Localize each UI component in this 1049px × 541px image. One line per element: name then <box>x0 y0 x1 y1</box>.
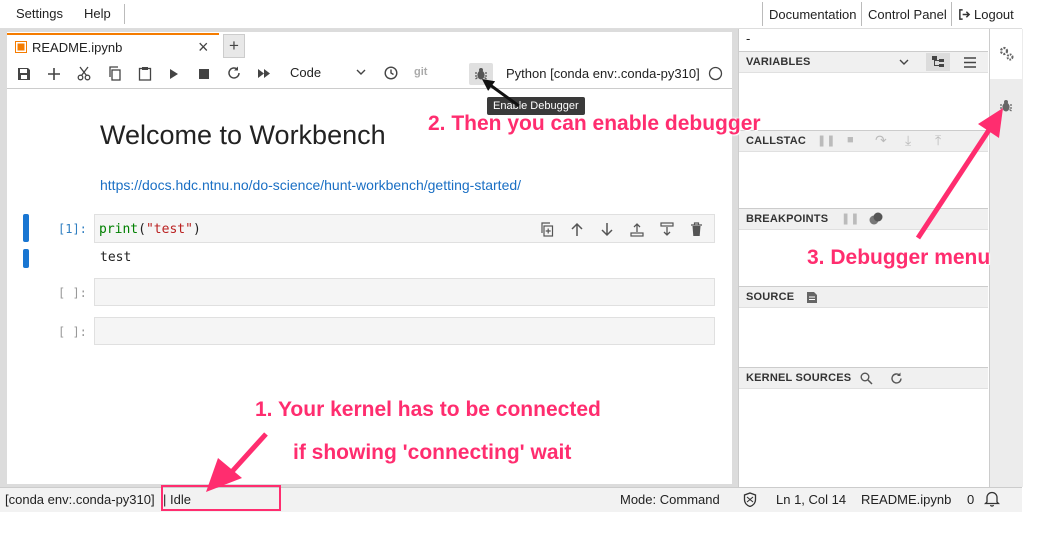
debugger-title: - <box>746 31 751 46</box>
cell-prompt: [ ]: <box>58 325 87 339</box>
code-cell-input[interactable] <box>94 278 715 306</box>
source-header: SOURCE <box>739 286 988 308</box>
cell-type-select[interactable]: Code <box>288 64 370 82</box>
paste-icon[interactable] <box>138 66 152 81</box>
breakpoints-title: BREAKPOINTS <box>746 213 829 225</box>
status-kernel-env[interactable]: [conda env:.conda-py310] <box>5 492 155 507</box>
step-over-icon[interactable]: ↷ <box>875 132 887 149</box>
cell-type-value: Code <box>290 65 322 80</box>
debugger-tab[interactable] <box>990 90 1022 124</box>
getting-started-link[interactable]: https://docs.hdc.ntnu.no/do-science/hunt… <box>100 177 521 193</box>
status-file-name: README.ipynb <box>861 492 952 507</box>
search-icon[interactable] <box>860 372 873 385</box>
chevron-down-icon <box>356 69 366 75</box>
kernel-sources-header: KERNEL SOURCES <box>739 367 988 389</box>
delete-cell-icon[interactable] <box>690 222 703 237</box>
duplicate-cell-icon[interactable] <box>540 222 554 237</box>
code-cell-input[interactable]: print("test") <box>94 214 715 243</box>
restart-run-all-icon[interactable] <box>257 68 271 79</box>
documentation-button[interactable]: Documentation <box>762 2 862 26</box>
notebook-heading: Welcome to Workbench <box>100 120 386 150</box>
step-out-icon[interactable]: ⤒ <box>935 132 941 149</box>
clock-icon[interactable] <box>384 66 398 80</box>
documentation-label: Documentation <box>769 6 857 22</box>
pause-on-exception-icon[interactable]: ❚❚ <box>841 212 859 225</box>
code-function: print <box>99 222 139 237</box>
logout-button[interactable]: Logout <box>951 2 1020 26</box>
bug-icon <box>475 68 487 80</box>
breakpoints-header: BREAKPOINTS ❚❚ <box>739 208 988 230</box>
status-cursor-position[interactable]: Ln 1, Col 14 <box>776 492 846 507</box>
cut-icon[interactable] <box>77 66 91 81</box>
table-view-icon[interactable] <box>964 57 976 68</box>
control-panel-label: Control Panel <box>868 6 947 22</box>
pause-icon[interactable]: ❚❚ <box>817 134 835 147</box>
move-up-icon[interactable] <box>570 222 584 237</box>
kernel-sources-title: KERNEL SOURCES <box>746 372 852 384</box>
run-icon[interactable] <box>169 68 180 80</box>
insert-below-icon[interactable] <box>660 222 674 237</box>
code-paren: ( <box>138 222 146 237</box>
cell-prompt: [ ]: <box>58 286 87 300</box>
highlight-box <box>161 485 281 511</box>
git-button[interactable]: git <box>414 66 427 78</box>
annotation-step-3: 3. Debugger menu <box>807 246 991 269</box>
source-title: SOURCE <box>746 291 795 303</box>
chevron-down-icon[interactable] <box>899 59 909 66</box>
tree-view-button[interactable] <box>926 53 950 71</box>
property-inspector-tab[interactable] <box>990 29 1022 79</box>
move-down-icon[interactable] <box>600 222 614 237</box>
tab-close-icon[interactable]: × <box>198 37 209 58</box>
code-string: "test" <box>145 222 193 237</box>
annotation-step-2: 2. Then you can enable debugger <box>428 112 761 135</box>
variables-title: VARIABLES <box>746 56 811 68</box>
bug-icon <box>1000 100 1012 112</box>
code-cell-input[interactable] <box>94 317 715 345</box>
bell-icon[interactable] <box>984 490 1000 507</box>
refresh-icon[interactable] <box>890 372 903 385</box>
callstack-title: CALLSTAC <box>746 135 807 147</box>
menu-settings[interactable]: Settings <box>16 6 63 21</box>
notebook-icon <box>15 41 27 53</box>
gear-icon <box>999 46 1014 61</box>
enable-debugger-button[interactable] <box>469 63 493 85</box>
tree-icon <box>932 56 944 67</box>
logout-icon <box>959 8 971 20</box>
menu-divider <box>124 4 125 24</box>
menu-help[interactable]: Help <box>84 6 111 21</box>
annotation-step-1-line-2: if showing 'connecting' wait <box>293 441 572 464</box>
callstack-header: CALLSTAC ❚❚ ■ ↷ ⤓ ⤒ <box>739 130 988 152</box>
stop-icon[interactable] <box>199 69 209 79</box>
remove-breakpoints-icon[interactable] <box>869 212 883 226</box>
kernel-name[interactable]: Python [conda env:.conda-py310] <box>506 66 700 81</box>
annotation-step-1-line-1: 1. Your kernel has to be connected <box>255 398 601 421</box>
new-tab-button[interactable]: + <box>223 34 245 58</box>
open-source-icon[interactable] <box>806 291 818 304</box>
restart-icon[interactable] <box>227 66 241 80</box>
notebook-tab[interactable]: README.ipynb × <box>7 33 219 60</box>
cell-input-collapser[interactable] <box>23 214 29 242</box>
control-panel-button[interactable]: Control Panel <box>861 2 953 26</box>
status-mode: Mode: Command <box>620 492 720 507</box>
status-notification-count: 0 <box>967 492 975 507</box>
stop-icon[interactable]: ■ <box>847 134 854 146</box>
kernel-status-icon <box>708 66 723 81</box>
code-paren: ) <box>192 222 201 237</box>
cell-output: test <box>100 250 132 265</box>
cell-prompt: [1]: <box>58 222 87 236</box>
step-in-icon[interactable]: ⤓ <box>905 132 911 149</box>
logout-label: Logout <box>974 6 1014 22</box>
tab-title: README.ipynb <box>32 40 123 55</box>
shield-icon[interactable] <box>743 492 757 507</box>
save-icon[interactable] <box>17 67 31 81</box>
copy-icon[interactable] <box>108 66 122 81</box>
insert-above-icon[interactable] <box>630 222 644 237</box>
cell-output-collapser[interactable] <box>23 249 29 268</box>
add-cell-icon[interactable] <box>47 67 61 81</box>
variables-header: VARIABLES <box>739 51 988 73</box>
